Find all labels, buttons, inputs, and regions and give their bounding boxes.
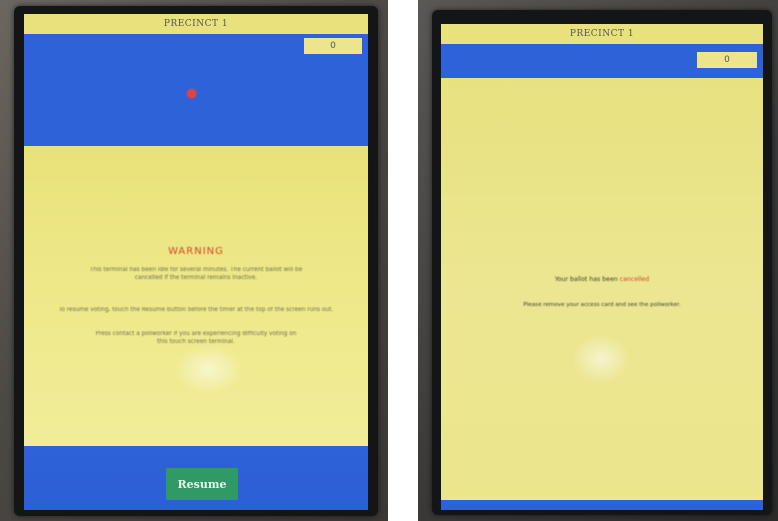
tablet-bezel-left: PRECINCT 1 0 ● WARNING This terminal has… [14, 6, 378, 516]
ballot-cancelled-message: Your ballot has been cancelled [441, 276, 763, 284]
red-indicator-icon: ● [186, 86, 198, 101]
precinct-header: PRECINCT 1 [441, 24, 763, 44]
warning-title: WARNING [168, 246, 224, 257]
screen-glare [174, 344, 244, 394]
cancel-prefix: Your ballot has been [554, 276, 618, 283]
screen-left: PRECINCT 1 0 ● WARNING This terminal has… [24, 14, 368, 510]
screen-glare [571, 334, 631, 384]
resume-button[interactable]: Resume [166, 468, 238, 500]
photo-right: PRECINCT 1 0 Your ballot has been cancel… [418, 0, 778, 521]
pollworker-instructions: Press contact a pollworker if you are ex… [95, 331, 297, 345]
blue-footer-band [441, 500, 763, 510]
cancel-status: cancelled [619, 276, 650, 283]
photo-left: PRECINCT 1 0 ● WARNING This terminal has… [0, 0, 388, 521]
warning-message: This terminal has been idle for several … [89, 267, 303, 281]
precinct-header: PRECINCT 1 [24, 14, 368, 34]
timer-counter: 0 [304, 38, 362, 54]
remove-card-instructions: Please remove your access card and see t… [523, 302, 681, 308]
timer-counter: 0 [697, 52, 757, 68]
resume-instructions: To resume voting, touch the Resume butto… [58, 307, 334, 313]
screen-right: PRECINCT 1 0 Your ballot has been cancel… [441, 24, 763, 510]
tablet-bezel-right: PRECINCT 1 0 Your ballot has been cancel… [432, 10, 772, 515]
